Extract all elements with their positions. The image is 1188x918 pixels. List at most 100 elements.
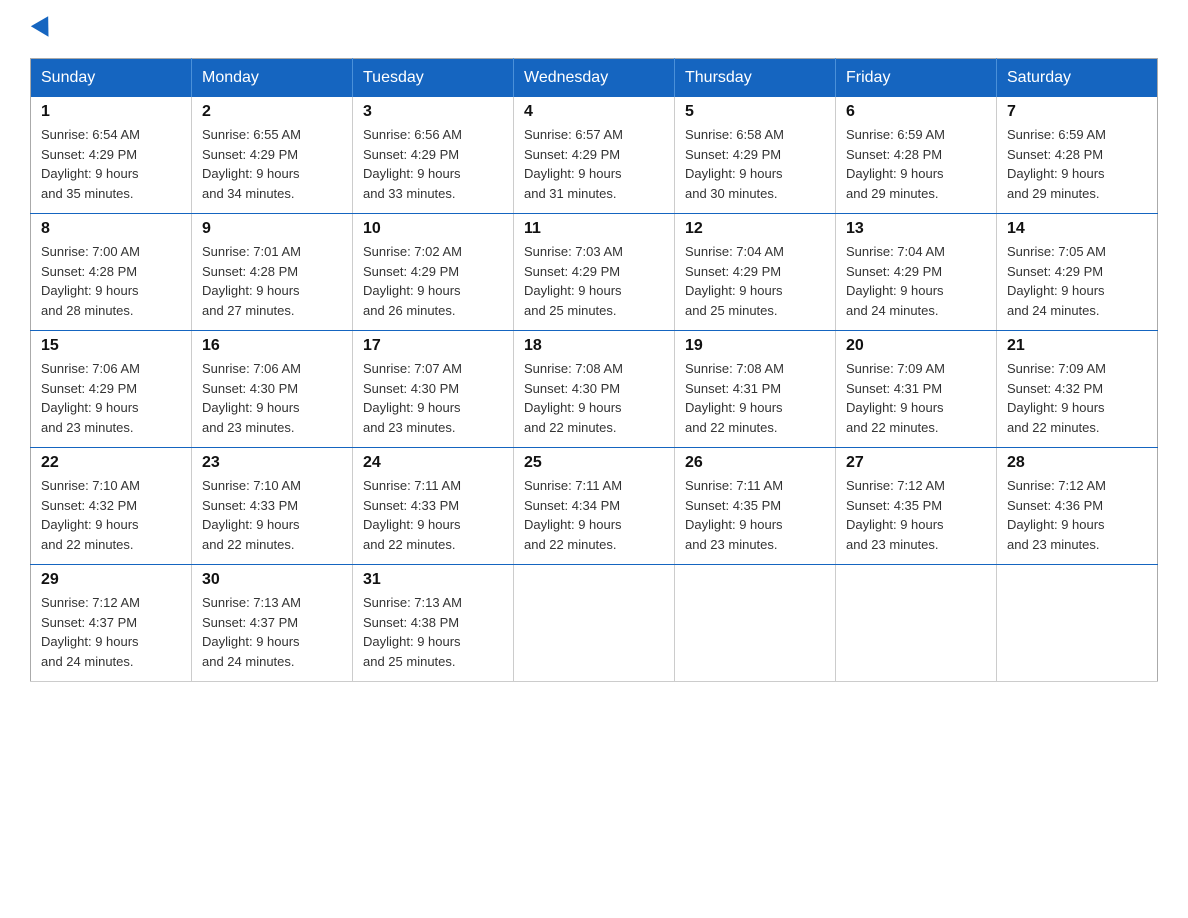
logo [30, 20, 54, 38]
page-header [30, 20, 1158, 38]
day-info: Sunrise: 7:12 AM Sunset: 4:37 PM Dayligh… [41, 595, 140, 669]
day-info: Sunrise: 7:03 AM Sunset: 4:29 PM Dayligh… [524, 244, 623, 318]
day-number: 6 [846, 103, 986, 121]
day-number: 27 [846, 454, 986, 472]
day-number: 31 [363, 571, 503, 589]
calendar-cell [836, 565, 997, 682]
calendar-cell: 22 Sunrise: 7:10 AM Sunset: 4:32 PM Dayl… [31, 448, 192, 565]
day-info: Sunrise: 6:57 AM Sunset: 4:29 PM Dayligh… [524, 127, 623, 201]
calendar-cell: 30 Sunrise: 7:13 AM Sunset: 4:37 PM Dayl… [192, 565, 353, 682]
day-number: 28 [1007, 454, 1147, 472]
day-number: 24 [363, 454, 503, 472]
day-number: 15 [41, 337, 181, 355]
day-info: Sunrise: 6:59 AM Sunset: 4:28 PM Dayligh… [1007, 127, 1106, 201]
day-info: Sunrise: 7:12 AM Sunset: 4:35 PM Dayligh… [846, 478, 945, 552]
calendar-cell: 9 Sunrise: 7:01 AM Sunset: 4:28 PM Dayli… [192, 214, 353, 331]
day-info: Sunrise: 7:08 AM Sunset: 4:31 PM Dayligh… [685, 361, 784, 435]
calendar-header-row: SundayMondayTuesdayWednesdayThursdayFrid… [31, 59, 1158, 98]
day-number: 26 [685, 454, 825, 472]
day-info: Sunrise: 6:59 AM Sunset: 4:28 PM Dayligh… [846, 127, 945, 201]
day-number: 4 [524, 103, 664, 121]
day-number: 8 [41, 220, 181, 238]
calendar-header-monday: Monday [192, 59, 353, 98]
calendar-cell: 21 Sunrise: 7:09 AM Sunset: 4:32 PM Dayl… [997, 331, 1158, 448]
day-info: Sunrise: 6:56 AM Sunset: 4:29 PM Dayligh… [363, 127, 462, 201]
calendar-cell: 28 Sunrise: 7:12 AM Sunset: 4:36 PM Dayl… [997, 448, 1158, 565]
calendar-cell [675, 565, 836, 682]
logo-blue-text [30, 20, 54, 38]
calendar-week-row: 29 Sunrise: 7:12 AM Sunset: 4:37 PM Dayl… [31, 565, 1158, 682]
calendar-week-row: 22 Sunrise: 7:10 AM Sunset: 4:32 PM Dayl… [31, 448, 1158, 565]
calendar-week-row: 15 Sunrise: 7:06 AM Sunset: 4:29 PM Dayl… [31, 331, 1158, 448]
calendar-cell: 31 Sunrise: 7:13 AM Sunset: 4:38 PM Dayl… [353, 565, 514, 682]
day-info: Sunrise: 7:09 AM Sunset: 4:31 PM Dayligh… [846, 361, 945, 435]
day-number: 3 [363, 103, 503, 121]
calendar-cell: 16 Sunrise: 7:06 AM Sunset: 4:30 PM Dayl… [192, 331, 353, 448]
day-number: 25 [524, 454, 664, 472]
day-info: Sunrise: 6:54 AM Sunset: 4:29 PM Dayligh… [41, 127, 140, 201]
day-info: Sunrise: 7:11 AM Sunset: 4:35 PM Dayligh… [685, 478, 783, 552]
calendar-cell: 4 Sunrise: 6:57 AM Sunset: 4:29 PM Dayli… [514, 97, 675, 214]
day-number: 7 [1007, 103, 1147, 121]
day-number: 16 [202, 337, 342, 355]
calendar-cell: 23 Sunrise: 7:10 AM Sunset: 4:33 PM Dayl… [192, 448, 353, 565]
day-info: Sunrise: 7:07 AM Sunset: 4:30 PM Dayligh… [363, 361, 462, 435]
day-number: 12 [685, 220, 825, 238]
calendar-cell: 20 Sunrise: 7:09 AM Sunset: 4:31 PM Dayl… [836, 331, 997, 448]
day-info: Sunrise: 7:06 AM Sunset: 4:29 PM Dayligh… [41, 361, 140, 435]
calendar-week-row: 1 Sunrise: 6:54 AM Sunset: 4:29 PM Dayli… [31, 97, 1158, 214]
day-info: Sunrise: 7:06 AM Sunset: 4:30 PM Dayligh… [202, 361, 301, 435]
day-info: Sunrise: 6:55 AM Sunset: 4:29 PM Dayligh… [202, 127, 301, 201]
day-info: Sunrise: 7:11 AM Sunset: 4:33 PM Dayligh… [363, 478, 461, 552]
calendar-cell: 2 Sunrise: 6:55 AM Sunset: 4:29 PM Dayli… [192, 97, 353, 214]
day-info: Sunrise: 7:11 AM Sunset: 4:34 PM Dayligh… [524, 478, 622, 552]
day-number: 23 [202, 454, 342, 472]
day-number: 9 [202, 220, 342, 238]
calendar-header-saturday: Saturday [997, 59, 1158, 98]
calendar-cell: 3 Sunrise: 6:56 AM Sunset: 4:29 PM Dayli… [353, 97, 514, 214]
calendar-cell: 14 Sunrise: 7:05 AM Sunset: 4:29 PM Dayl… [997, 214, 1158, 331]
calendar-header-friday: Friday [836, 59, 997, 98]
calendar-cell: 5 Sunrise: 6:58 AM Sunset: 4:29 PM Dayli… [675, 97, 836, 214]
day-number: 1 [41, 103, 181, 121]
calendar-table: SundayMondayTuesdayWednesdayThursdayFrid… [30, 58, 1158, 682]
calendar-header-thursday: Thursday [675, 59, 836, 98]
day-info: Sunrise: 7:09 AM Sunset: 4:32 PM Dayligh… [1007, 361, 1106, 435]
day-info: Sunrise: 7:10 AM Sunset: 4:32 PM Dayligh… [41, 478, 140, 552]
calendar-header-tuesday: Tuesday [353, 59, 514, 98]
calendar-cell: 15 Sunrise: 7:06 AM Sunset: 4:29 PM Dayl… [31, 331, 192, 448]
day-info: Sunrise: 7:12 AM Sunset: 4:36 PM Dayligh… [1007, 478, 1106, 552]
day-number: 10 [363, 220, 503, 238]
day-number: 29 [41, 571, 181, 589]
calendar-cell: 12 Sunrise: 7:04 AM Sunset: 4:29 PM Dayl… [675, 214, 836, 331]
day-number: 17 [363, 337, 503, 355]
calendar-cell: 8 Sunrise: 7:00 AM Sunset: 4:28 PM Dayli… [31, 214, 192, 331]
calendar-cell: 13 Sunrise: 7:04 AM Sunset: 4:29 PM Dayl… [836, 214, 997, 331]
day-info: Sunrise: 7:13 AM Sunset: 4:37 PM Dayligh… [202, 595, 301, 669]
calendar-week-row: 8 Sunrise: 7:00 AM Sunset: 4:28 PM Dayli… [31, 214, 1158, 331]
calendar-cell: 11 Sunrise: 7:03 AM Sunset: 4:29 PM Dayl… [514, 214, 675, 331]
calendar-cell: 29 Sunrise: 7:12 AM Sunset: 4:37 PM Dayl… [31, 565, 192, 682]
day-number: 30 [202, 571, 342, 589]
day-number: 5 [685, 103, 825, 121]
day-number: 2 [202, 103, 342, 121]
day-info: Sunrise: 6:58 AM Sunset: 4:29 PM Dayligh… [685, 127, 784, 201]
day-info: Sunrise: 7:00 AM Sunset: 4:28 PM Dayligh… [41, 244, 140, 318]
day-number: 20 [846, 337, 986, 355]
calendar-header-sunday: Sunday [31, 59, 192, 98]
calendar-header-wednesday: Wednesday [514, 59, 675, 98]
day-number: 19 [685, 337, 825, 355]
calendar-cell: 6 Sunrise: 6:59 AM Sunset: 4:28 PM Dayli… [836, 97, 997, 214]
day-info: Sunrise: 7:04 AM Sunset: 4:29 PM Dayligh… [846, 244, 945, 318]
calendar-cell: 18 Sunrise: 7:08 AM Sunset: 4:30 PM Dayl… [514, 331, 675, 448]
day-info: Sunrise: 7:04 AM Sunset: 4:29 PM Dayligh… [685, 244, 784, 318]
calendar-cell [997, 565, 1158, 682]
calendar-cell: 1 Sunrise: 6:54 AM Sunset: 4:29 PM Dayli… [31, 97, 192, 214]
calendar-cell: 25 Sunrise: 7:11 AM Sunset: 4:34 PM Dayl… [514, 448, 675, 565]
calendar-cell: 10 Sunrise: 7:02 AM Sunset: 4:29 PM Dayl… [353, 214, 514, 331]
calendar-cell: 27 Sunrise: 7:12 AM Sunset: 4:35 PM Dayl… [836, 448, 997, 565]
day-number: 13 [846, 220, 986, 238]
day-info: Sunrise: 7:08 AM Sunset: 4:30 PM Dayligh… [524, 361, 623, 435]
calendar-cell: 26 Sunrise: 7:11 AM Sunset: 4:35 PM Dayl… [675, 448, 836, 565]
day-number: 14 [1007, 220, 1147, 238]
